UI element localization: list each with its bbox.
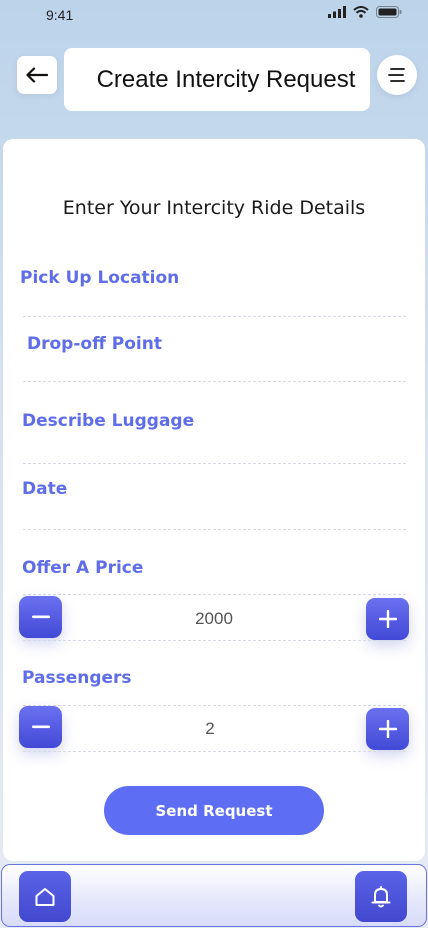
plus-icon <box>378 720 397 738</box>
plus-icon <box>378 610 397 628</box>
divider <box>23 316 406 317</box>
wifi-icon <box>353 6 369 18</box>
passengers-increment-button[interactable] <box>366 708 409 750</box>
date-field[interactable]: Date <box>22 479 67 499</box>
page-title-box: Create Intercity Request <box>64 48 370 111</box>
divider <box>23 751 406 752</box>
divider <box>23 529 406 530</box>
form-heading: Enter Your Intercity Ride Details <box>62 197 366 219</box>
home-button[interactable] <box>19 871 71 922</box>
menu-icon <box>388 68 405 82</box>
divider <box>23 705 406 706</box>
page-title: Create Intercity Request <box>96 65 356 93</box>
status-time: 9:41 <box>46 7 74 23</box>
status-icons <box>328 6 402 18</box>
bell-icon <box>371 885 391 907</box>
price-value[interactable]: 2000 <box>3 609 425 629</box>
menu-button[interactable] <box>377 55 417 95</box>
arrow-left-icon <box>26 67 48 83</box>
price-increment-button[interactable] <box>366 598 409 640</box>
luggage-field[interactable]: Describe Luggage <box>22 411 194 431</box>
pickup-location-field[interactable]: Pick Up Location <box>20 268 179 288</box>
price-label: Offer A Price <box>22 558 144 578</box>
bottom-nav <box>1 864 427 927</box>
divider <box>23 463 406 464</box>
divider <box>23 381 406 382</box>
notifications-button[interactable] <box>355 871 407 922</box>
battery-icon <box>376 6 402 18</box>
divider <box>23 640 406 641</box>
status-bar: 9:41 <box>0 0 428 32</box>
passengers-value[interactable]: 2 <box>3 719 425 739</box>
back-button[interactable] <box>17 56 57 94</box>
signal-icon <box>328 6 346 18</box>
ride-details-card: Enter Your Intercity Ride Details Pick U… <box>3 139 425 861</box>
send-request-button[interactable]: Send Request <box>104 786 324 835</box>
dropoff-point-field[interactable]: Drop-off Point <box>27 334 162 354</box>
home-icon <box>35 887 55 906</box>
passengers-label: Passengers <box>22 668 132 688</box>
divider <box>23 594 406 595</box>
